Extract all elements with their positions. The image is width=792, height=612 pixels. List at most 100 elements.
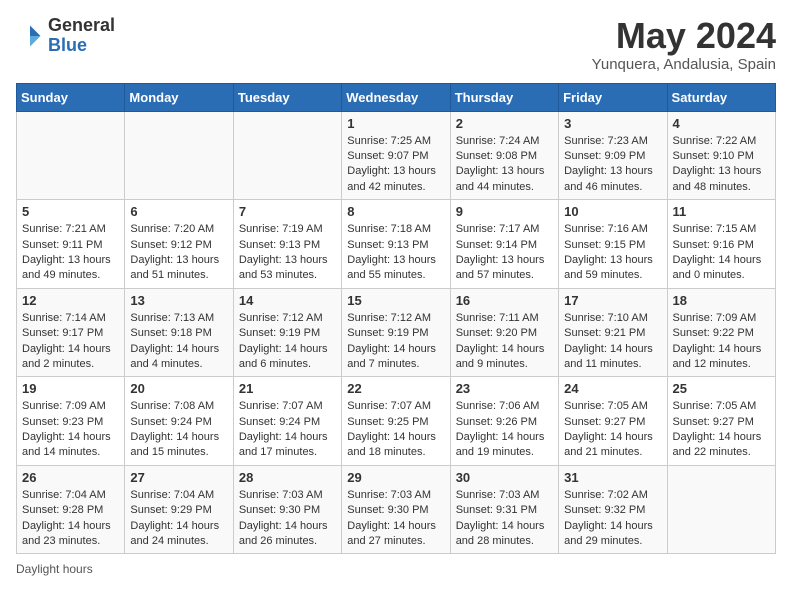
calendar-table: SundayMondayTuesdayWednesdayThursdayFrid… bbox=[16, 83, 776, 555]
day-header-monday: Monday bbox=[125, 83, 233, 111]
day-cell: 5 Sunrise: 7:21 AMSunset: 9:11 PMDayligh… bbox=[17, 200, 125, 289]
day-number: 12 bbox=[22, 293, 119, 308]
day-info: Sunrise: 7:12 AMSunset: 9:19 PMDaylight:… bbox=[347, 311, 444, 373]
day-header-saturday: Saturday bbox=[667, 83, 775, 111]
day-number: 14 bbox=[239, 293, 336, 308]
day-number: 22 bbox=[347, 381, 444, 396]
day-cell: 24 Sunrise: 7:05 AMSunset: 9:27 PMDaylig… bbox=[559, 377, 667, 466]
day-cell: 14 Sunrise: 7:12 AMSunset: 9:19 PMDaylig… bbox=[233, 288, 341, 377]
logo: General Blue bbox=[16, 16, 115, 56]
day-info: Sunrise: 7:02 AMSunset: 9:32 PMDaylight:… bbox=[564, 488, 661, 550]
day-number: 4 bbox=[673, 116, 770, 131]
day-info: Sunrise: 7:25 AMSunset: 9:07 PMDaylight:… bbox=[347, 134, 444, 196]
day-header-thursday: Thursday bbox=[450, 83, 558, 111]
day-info: Sunrise: 7:04 AMSunset: 9:28 PMDaylight:… bbox=[22, 488, 119, 550]
day-number: 28 bbox=[239, 470, 336, 485]
day-number: 31 bbox=[564, 470, 661, 485]
day-number: 13 bbox=[130, 293, 227, 308]
day-cell: 15 Sunrise: 7:12 AMSunset: 9:19 PMDaylig… bbox=[342, 288, 450, 377]
day-cell: 2 Sunrise: 7:24 AMSunset: 9:08 PMDayligh… bbox=[450, 111, 558, 200]
day-number: 20 bbox=[130, 381, 227, 396]
day-cell bbox=[125, 111, 233, 200]
day-number: 11 bbox=[673, 204, 770, 219]
day-number: 7 bbox=[239, 204, 336, 219]
day-cell: 13 Sunrise: 7:13 AMSunset: 9:18 PMDaylig… bbox=[125, 288, 233, 377]
day-info: Sunrise: 7:20 AMSunset: 9:12 PMDaylight:… bbox=[130, 222, 227, 284]
week-row-2: 5 Sunrise: 7:21 AMSunset: 9:11 PMDayligh… bbox=[17, 200, 776, 289]
logo-text: General Blue bbox=[48, 16, 115, 56]
day-cell: 31 Sunrise: 7:02 AMSunset: 9:32 PMDaylig… bbox=[559, 465, 667, 554]
day-number: 25 bbox=[673, 381, 770, 396]
day-info: Sunrise: 7:18 AMSunset: 9:13 PMDaylight:… bbox=[347, 222, 444, 284]
week-row-1: 1 Sunrise: 7:25 AMSunset: 9:07 PMDayligh… bbox=[17, 111, 776, 200]
day-number: 3 bbox=[564, 116, 661, 131]
day-cell: 7 Sunrise: 7:19 AMSunset: 9:13 PMDayligh… bbox=[233, 200, 341, 289]
day-info: Sunrise: 7:03 AMSunset: 9:31 PMDaylight:… bbox=[456, 488, 553, 550]
day-info: Sunrise: 7:05 AMSunset: 9:27 PMDaylight:… bbox=[564, 399, 661, 461]
day-info: Sunrise: 7:23 AMSunset: 9:09 PMDaylight:… bbox=[564, 134, 661, 196]
day-header-tuesday: Tuesday bbox=[233, 83, 341, 111]
footer-note: Daylight hours bbox=[16, 562, 776, 576]
day-header-wednesday: Wednesday bbox=[342, 83, 450, 111]
day-number: 18 bbox=[673, 293, 770, 308]
logo-blue: Blue bbox=[48, 35, 87, 55]
logo-general: General bbox=[48, 15, 115, 35]
day-cell bbox=[667, 465, 775, 554]
day-number: 5 bbox=[22, 204, 119, 219]
day-header-friday: Friday bbox=[559, 83, 667, 111]
day-cell: 18 Sunrise: 7:09 AMSunset: 9:22 PMDaylig… bbox=[667, 288, 775, 377]
day-cell: 17 Sunrise: 7:10 AMSunset: 9:21 PMDaylig… bbox=[559, 288, 667, 377]
day-cell: 4 Sunrise: 7:22 AMSunset: 9:10 PMDayligh… bbox=[667, 111, 775, 200]
day-info: Sunrise: 7:24 AMSunset: 9:08 PMDaylight:… bbox=[456, 134, 553, 196]
day-cell: 23 Sunrise: 7:06 AMSunset: 9:26 PMDaylig… bbox=[450, 377, 558, 466]
day-number: 10 bbox=[564, 204, 661, 219]
day-info: Sunrise: 7:14 AMSunset: 9:17 PMDaylight:… bbox=[22, 311, 119, 373]
day-number: 6 bbox=[130, 204, 227, 219]
month-title: May 2024 bbox=[592, 16, 776, 56]
day-cell: 20 Sunrise: 7:08 AMSunset: 9:24 PMDaylig… bbox=[125, 377, 233, 466]
location: Yunquera, Andalusia, Spain bbox=[592, 56, 776, 73]
day-number: 2 bbox=[456, 116, 553, 131]
day-number: 27 bbox=[130, 470, 227, 485]
day-cell bbox=[233, 111, 341, 200]
day-cell: 22 Sunrise: 7:07 AMSunset: 9:25 PMDaylig… bbox=[342, 377, 450, 466]
day-number: 30 bbox=[456, 470, 553, 485]
header-row: SundayMondayTuesdayWednesdayThursdayFrid… bbox=[17, 83, 776, 111]
day-cell: 11 Sunrise: 7:15 AMSunset: 9:16 PMDaylig… bbox=[667, 200, 775, 289]
logo-icon bbox=[16, 22, 44, 50]
day-info: Sunrise: 7:16 AMSunset: 9:15 PMDaylight:… bbox=[564, 222, 661, 284]
day-cell: 12 Sunrise: 7:14 AMSunset: 9:17 PMDaylig… bbox=[17, 288, 125, 377]
day-cell: 3 Sunrise: 7:23 AMSunset: 9:09 PMDayligh… bbox=[559, 111, 667, 200]
day-info: Sunrise: 7:15 AMSunset: 9:16 PMDaylight:… bbox=[673, 222, 770, 284]
day-cell: 10 Sunrise: 7:16 AMSunset: 9:15 PMDaylig… bbox=[559, 200, 667, 289]
day-number: 23 bbox=[456, 381, 553, 396]
day-info: Sunrise: 7:09 AMSunset: 9:22 PMDaylight:… bbox=[673, 311, 770, 373]
day-cell: 27 Sunrise: 7:04 AMSunset: 9:29 PMDaylig… bbox=[125, 465, 233, 554]
day-info: Sunrise: 7:04 AMSunset: 9:29 PMDaylight:… bbox=[130, 488, 227, 550]
day-number: 16 bbox=[456, 293, 553, 308]
week-row-4: 19 Sunrise: 7:09 AMSunset: 9:23 PMDaylig… bbox=[17, 377, 776, 466]
day-cell: 6 Sunrise: 7:20 AMSunset: 9:12 PMDayligh… bbox=[125, 200, 233, 289]
day-info: Sunrise: 7:03 AMSunset: 9:30 PMDaylight:… bbox=[347, 488, 444, 550]
day-number: 9 bbox=[456, 204, 553, 219]
day-info: Sunrise: 7:03 AMSunset: 9:30 PMDaylight:… bbox=[239, 488, 336, 550]
day-info: Sunrise: 7:07 AMSunset: 9:25 PMDaylight:… bbox=[347, 399, 444, 461]
title-block: May 2024 Yunquera, Andalusia, Spain bbox=[592, 16, 776, 73]
day-cell bbox=[17, 111, 125, 200]
day-cell: 21 Sunrise: 7:07 AMSunset: 9:24 PMDaylig… bbox=[233, 377, 341, 466]
day-number: 8 bbox=[347, 204, 444, 219]
day-cell: 29 Sunrise: 7:03 AMSunset: 9:30 PMDaylig… bbox=[342, 465, 450, 554]
day-cell: 1 Sunrise: 7:25 AMSunset: 9:07 PMDayligh… bbox=[342, 111, 450, 200]
day-number: 24 bbox=[564, 381, 661, 396]
week-row-3: 12 Sunrise: 7:14 AMSunset: 9:17 PMDaylig… bbox=[17, 288, 776, 377]
day-cell: 25 Sunrise: 7:05 AMSunset: 9:27 PMDaylig… bbox=[667, 377, 775, 466]
day-info: Sunrise: 7:07 AMSunset: 9:24 PMDaylight:… bbox=[239, 399, 336, 461]
day-number: 26 bbox=[22, 470, 119, 485]
day-header-sunday: Sunday bbox=[17, 83, 125, 111]
day-info: Sunrise: 7:17 AMSunset: 9:14 PMDaylight:… bbox=[456, 222, 553, 284]
day-info: Sunrise: 7:21 AMSunset: 9:11 PMDaylight:… bbox=[22, 222, 119, 284]
day-info: Sunrise: 7:11 AMSunset: 9:20 PMDaylight:… bbox=[456, 311, 553, 373]
day-info: Sunrise: 7:19 AMSunset: 9:13 PMDaylight:… bbox=[239, 222, 336, 284]
day-info: Sunrise: 7:13 AMSunset: 9:18 PMDaylight:… bbox=[130, 311, 227, 373]
day-cell: 8 Sunrise: 7:18 AMSunset: 9:13 PMDayligh… bbox=[342, 200, 450, 289]
